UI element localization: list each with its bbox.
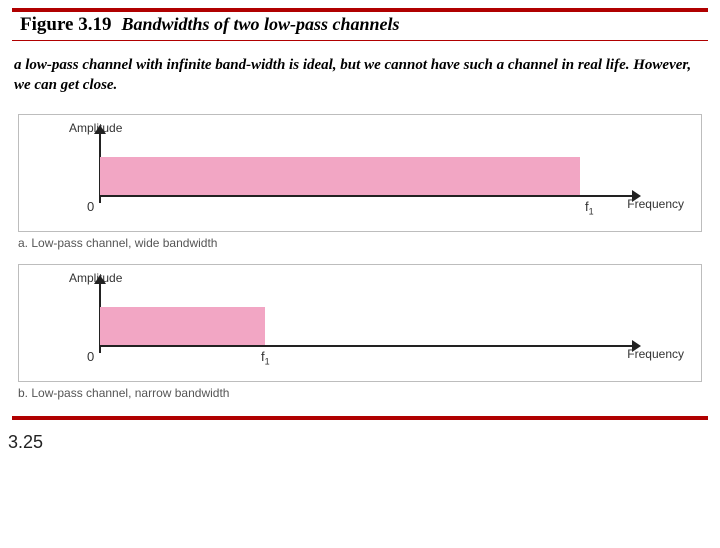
figure-description: a low-pass channel with infinite band-wi… [0, 41, 720, 106]
tick-zero: 0 [87, 349, 94, 364]
tick-f1: f1 [261, 349, 270, 367]
figure-header: Figure 3.19 Bandwidths of two low-pass c… [0, 14, 720, 40]
x-axis [99, 195, 634, 197]
page-number: 3.25 [0, 428, 720, 453]
chart-b-area: Amplitude 0 f1 Frequency [29, 273, 684, 373]
axis-label-frequency: Frequency [627, 197, 684, 211]
figure-title: Bandwidths of two low-pass channels [121, 14, 399, 35]
chart-a-box: Amplitude 0 f1 Frequency [18, 114, 702, 232]
x-axis [99, 345, 634, 347]
bottom-rule [12, 416, 708, 420]
tick-f1-sub: 1 [265, 356, 270, 366]
bandwidth-bar-narrow [100, 307, 265, 345]
axis-label-frequency: Frequency [627, 347, 684, 361]
bandwidth-bar-wide [100, 157, 580, 195]
tick-f1-sub: 1 [589, 206, 594, 216]
figure-number: Figure 3.19 [20, 14, 111, 36]
chart-b-caption: b. Low-pass channel, narrow bandwidth [18, 386, 702, 400]
tick-f1: f1 [585, 199, 594, 217]
chart-a-caption: a. Low-pass channel, wide bandwidth [18, 236, 702, 250]
top-rule [12, 8, 708, 12]
tick-zero: 0 [87, 199, 94, 214]
chart-b-box: Amplitude 0 f1 Frequency [18, 264, 702, 382]
chart-a-area: Amplitude 0 f1 Frequency [29, 123, 684, 223]
